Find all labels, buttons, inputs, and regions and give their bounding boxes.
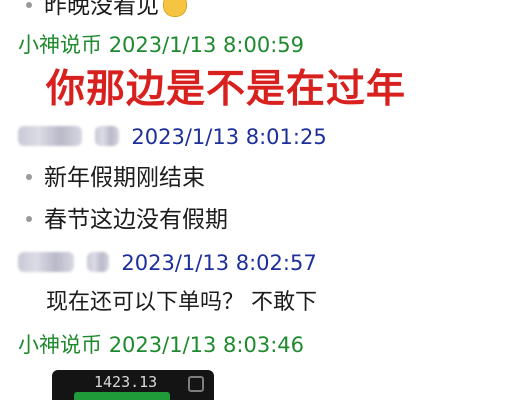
chat-screen: 昨晚没看见 小神说币 2023/1/13 8:00:59 你那边是不是在过年 2… [0,0,520,400]
sender-name: 小神说币 [18,33,102,57]
message-bubble: 新年假期刚结束 [26,164,205,192]
window-icon [188,376,204,392]
timestamp: 2023/1/13 8:03:46 [108,333,304,357]
message-meta: 2023/1/13 8:02:57 [18,250,317,276]
message-text: 春节这边没有假期 [44,207,228,233]
message-meta: 小神说币 2023/1/13 8:00:59 [18,32,304,58]
message-bubble: 春节这边没有假期 [26,206,228,234]
message-text: 现在还可以下单吗？ 不敢下 [46,290,317,315]
timestamp: 2023/1/13 8:00:59 [108,33,304,57]
bullet-icon [26,215,32,222]
price-badge [74,392,170,400]
message-meta: 2023/1/13 8:01:25 [18,124,327,150]
bullet-icon [26,1,32,8]
redacted-name [18,126,82,146]
avatar [86,252,109,272]
message-text: 新年假期刚结束 [44,165,205,191]
message-text-highlight: 你那边是不是在过年 [46,67,407,112]
message-text: 昨晚没看见 [44,0,159,19]
sender-name: 小神说币 [18,333,102,357]
image-thumbnail[interactable]: 1423.13 [52,370,214,400]
timestamp: 2023/1/13 8:02:57 [121,251,317,275]
emoji-face-icon [163,0,187,17]
message-bubble: 昨晚没看见 [26,0,187,20]
timestamp: 2023/1/13 8:01:25 [131,125,327,149]
avatar [94,126,119,146]
price-number: 1423.13 [94,373,158,391]
redacted-name [18,252,74,272]
message-meta: 小神说币 2023/1/13 8:03:46 [18,332,304,358]
bullet-icon [26,173,32,180]
